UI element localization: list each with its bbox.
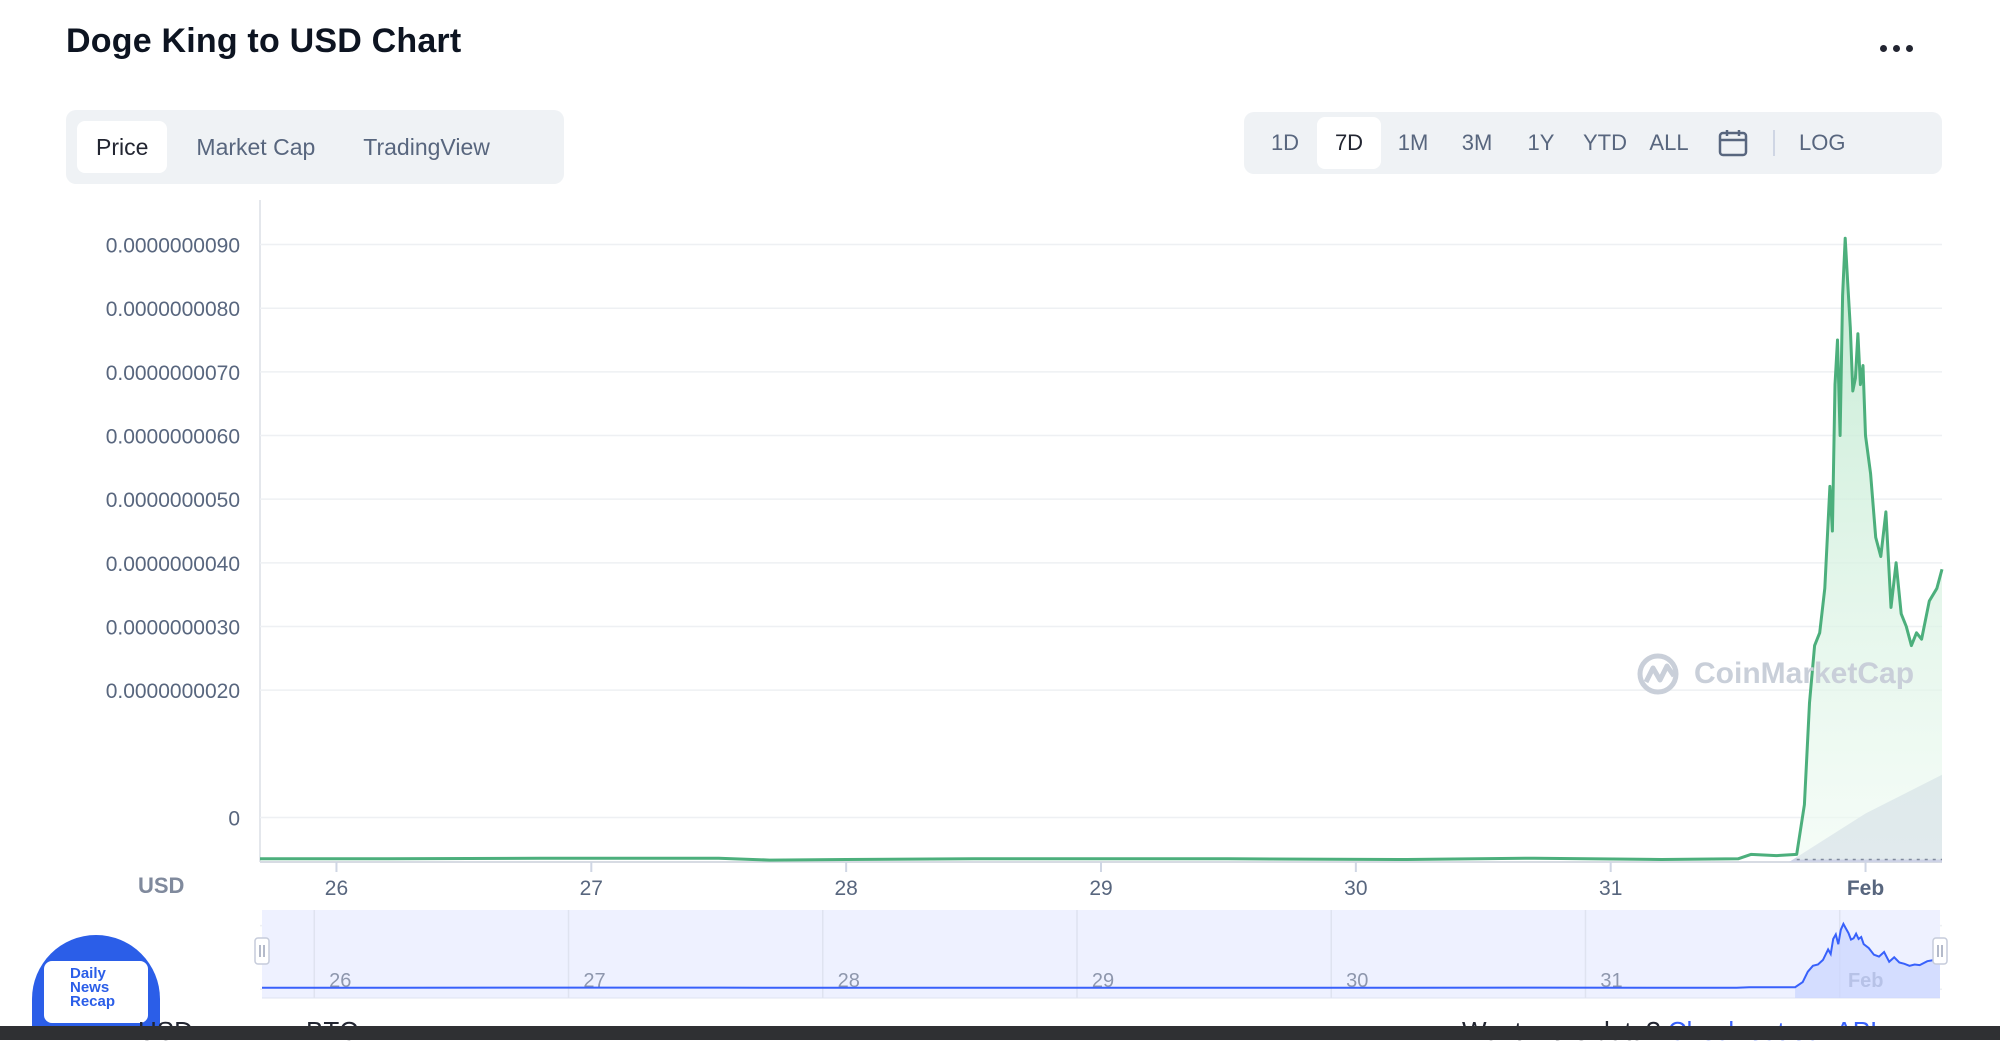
x-tick-label: 27 — [580, 877, 603, 900]
x-tick-label: 31 — [1599, 877, 1622, 900]
navigator-right-handle[interactable] — [1932, 937, 1948, 965]
y-tick-label: 0.0000000040 — [106, 553, 240, 576]
y-tick-label: 0.0000000080 — [106, 298, 240, 321]
price-line — [260, 236, 1944, 862]
badge-line-3: Recap — [70, 993, 116, 1010]
navigator-tick-label: 27 — [583, 970, 605, 992]
y-tick-label: 0 — [228, 807, 240, 830]
y-tick-label: 0.0000000070 — [106, 362, 240, 385]
price-chart[interactable]: 0.0000000090 0.0000000080 0.0000000070 0.00… — [0, 0, 2000, 1000]
y-tick-label: 0.0000000030 — [106, 616, 240, 639]
x-tick-label: 30 — [1344, 877, 1367, 900]
x-tick-label: 26 — [325, 877, 348, 900]
x-tick-label: Feb — [1847, 877, 1884, 900]
x-tick-label: 29 — [1089, 877, 1112, 900]
y-tick-label: 0.0000000090 — [106, 235, 240, 258]
navigator-left-handle[interactable] — [254, 937, 270, 965]
bottom-bar — [0, 1026, 2000, 1040]
coinmarketcap-logo-icon — [1637, 653, 1679, 695]
y-tick-label: 0.0000000060 — [106, 426, 240, 449]
y-tick-label: 0.0000000020 — [106, 680, 240, 703]
coinmarketcap-watermark: CoinMarketCap — [1636, 652, 1914, 696]
x-tick-label: 28 — [834, 877, 857, 900]
watermark-text: CoinMarketCap — [1694, 657, 1915, 690]
currency-label: USD — [138, 873, 185, 898]
y-tick-label: 0.0000000050 — [106, 489, 240, 512]
navigator-tick-label: 31 — [1600, 970, 1622, 992]
price-area — [1796, 238, 1942, 860]
